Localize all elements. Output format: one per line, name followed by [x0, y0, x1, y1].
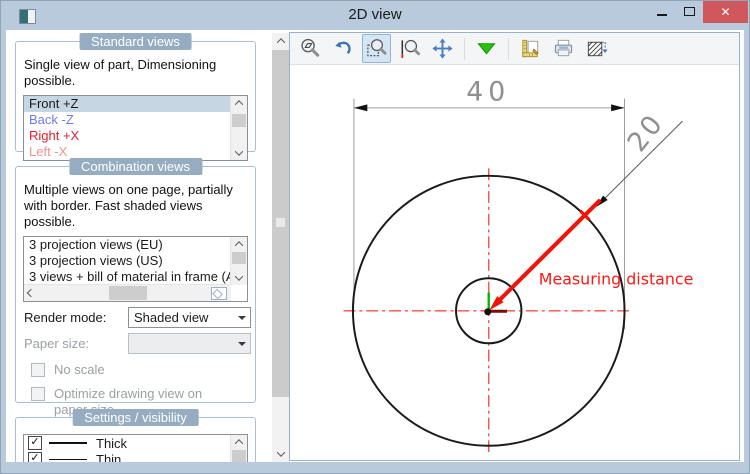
- list-scrollbar[interactable]: [230, 435, 247, 462]
- list-item[interactable]: Back -Z: [24, 112, 231, 128]
- standard-views-group: Standard views Single view of part, Dime…: [15, 41, 256, 152]
- measure-label-text: Measuring distance: [539, 270, 694, 289]
- view-direction-icon: [475, 37, 498, 60]
- print-icon: [552, 37, 575, 60]
- combination-views-group: Combination views Multiple views on one …: [15, 166, 256, 403]
- window-content: Standard views Single view of part, Dime…: [6, 30, 744, 462]
- list-item[interactable]: 3 projection views (EU): [24, 237, 231, 253]
- combination-views-description: Multiple views on one page, partially wi…: [24, 182, 247, 230]
- drawing-frame-icon: [519, 37, 542, 60]
- undo-icon: [332, 37, 355, 60]
- zoom-window-button[interactable]: [362, 34, 391, 63]
- no-scale-label: No scale: [54, 362, 229, 378]
- thin-label: Thin: [96, 452, 121, 463]
- paper-size-label: Paper size:: [24, 336, 128, 351]
- scroll-up-icon[interactable]: [272, 33, 289, 49]
- scroll-right-icon[interactable]: [211, 287, 227, 300]
- thin-checkbox[interactable]: ✓: [28, 452, 42, 462]
- scroll-thumb[interactable]: [232, 450, 246, 462]
- drawing-frame-button[interactable]: [516, 34, 545, 63]
- section-view-button[interactable]: [582, 34, 611, 63]
- standard-views-list: Front +Z Back -Z Right +X Left -X: [23, 95, 248, 161]
- section-view-icon: [585, 37, 608, 60]
- list-item[interactable]: ✓ Thin: [24, 451, 231, 462]
- chevron-down-icon[interactable]: [233, 334, 250, 353]
- view-direction-button[interactable]: [472, 34, 501, 63]
- zoom-window-icon: [365, 37, 388, 60]
- pan-button[interactable]: [428, 34, 457, 63]
- optimize-checkbox[interactable]: [31, 387, 45, 401]
- scroll-thumb[interactable]: [109, 286, 147, 300]
- scroll-up-icon[interactable]: [231, 435, 247, 449]
- close-icon: ✕: [720, 5, 730, 19]
- render-mode-value: Shaded view: [134, 310, 208, 325]
- list-item[interactable]: Front +Z: [24, 96, 231, 112]
- radius-dimension-text: 20: [621, 108, 670, 158]
- render-mode-select[interactable]: Shaded view: [128, 307, 251, 328]
- close-button[interactable]: ✕: [703, 1, 748, 23]
- scroll-down-icon[interactable]: [231, 271, 247, 285]
- undo-button[interactable]: [329, 34, 358, 63]
- drawing-toolbar: [290, 33, 739, 65]
- titlebar[interactable]: 2D view ✕: [1, 1, 749, 30]
- pan-icon: [431, 37, 454, 60]
- thick-line-sample: [49, 442, 87, 444]
- combination-views-list: 3 projection views (EU) 3 projection vie…: [23, 236, 248, 302]
- print-button[interactable]: [549, 34, 578, 63]
- left-panel: Standard views Single view of part, Dime…: [6, 30, 289, 462]
- list-item[interactable]: 3 projection views (US): [24, 253, 231, 269]
- drawing-canvas[interactable]: 40 20: [290, 65, 739, 460]
- minimize-button[interactable]: [649, 1, 676, 23]
- center-point: [484, 308, 491, 315]
- width-dimension-text: 40: [466, 77, 510, 108]
- scroll-grip-icon: [276, 218, 285, 227]
- zoom-extents-button[interactable]: [296, 34, 325, 63]
- chevron-down-icon[interactable]: [233, 308, 250, 327]
- standard-views-description: Single view of part, Dimensioning possib…: [24, 57, 247, 89]
- render-mode-label: Render mode:: [24, 310, 128, 325]
- 2d-view-window: 2D view ✕ Standard views Single view of …: [0, 0, 750, 474]
- scroll-thumb[interactable]: [272, 50, 289, 397]
- no-scale-checkbox-row[interactable]: No scale: [31, 362, 255, 378]
- paper-size-select[interactable]: [128, 333, 251, 354]
- list-item[interactable]: ✓ Thick: [24, 435, 231, 451]
- settings-visibility-group: Settings / visibility ✓ Thick ✓ Thin: [15, 417, 256, 462]
- thin-line-sample: [49, 459, 87, 460]
- list-scrollbar[interactable]: [230, 237, 247, 285]
- thick-label: Thick: [96, 436, 127, 451]
- scroll-thumb[interactable]: [232, 252, 246, 264]
- settings-list: ✓ Thick ✓ Thin: [23, 434, 248, 462]
- window-title: 2D view: [1, 6, 749, 23]
- scroll-down-icon[interactable]: [231, 146, 247, 160]
- toolbar-separator: [464, 38, 465, 60]
- toolbar-separator: [508, 38, 509, 60]
- scroll-up-icon[interactable]: [231, 237, 247, 251]
- scroll-left-icon[interactable]: [24, 285, 38, 301]
- thick-checkbox[interactable]: ✓: [28, 436, 42, 450]
- combination-views-header: Combination views: [69, 158, 202, 175]
- maximize-button[interactable]: [676, 1, 703, 23]
- list-item[interactable]: 3 views + bill of material in frame (ANS…: [24, 269, 231, 285]
- left-panel-scrollbar[interactable]: [272, 33, 289, 462]
- standard-views-header: Standard views: [79, 33, 192, 50]
- no-scale-checkbox[interactable]: [31, 363, 45, 377]
- scroll-up-icon[interactable]: [231, 96, 247, 110]
- zoom-extents-icon: [299, 37, 322, 60]
- list-scrollbar[interactable]: [230, 96, 247, 160]
- zoom-dynamic-button[interactable]: [395, 34, 424, 63]
- list-item[interactable]: Right +X: [24, 128, 231, 144]
- scroll-down-icon[interactable]: [272, 446, 289, 462]
- dimension-arrow-right: [611, 104, 624, 111]
- settings-visibility-header: Settings / visibility: [72, 409, 199, 426]
- dimension-arrow-left: [354, 104, 367, 111]
- drawing-panel: 40 20: [289, 32, 740, 461]
- list-horizontal-scrollbar[interactable]: [24, 284, 231, 301]
- zoom-dynamic-icon: [398, 37, 421, 60]
- scroll-thumb[interactable]: [232, 114, 246, 127]
